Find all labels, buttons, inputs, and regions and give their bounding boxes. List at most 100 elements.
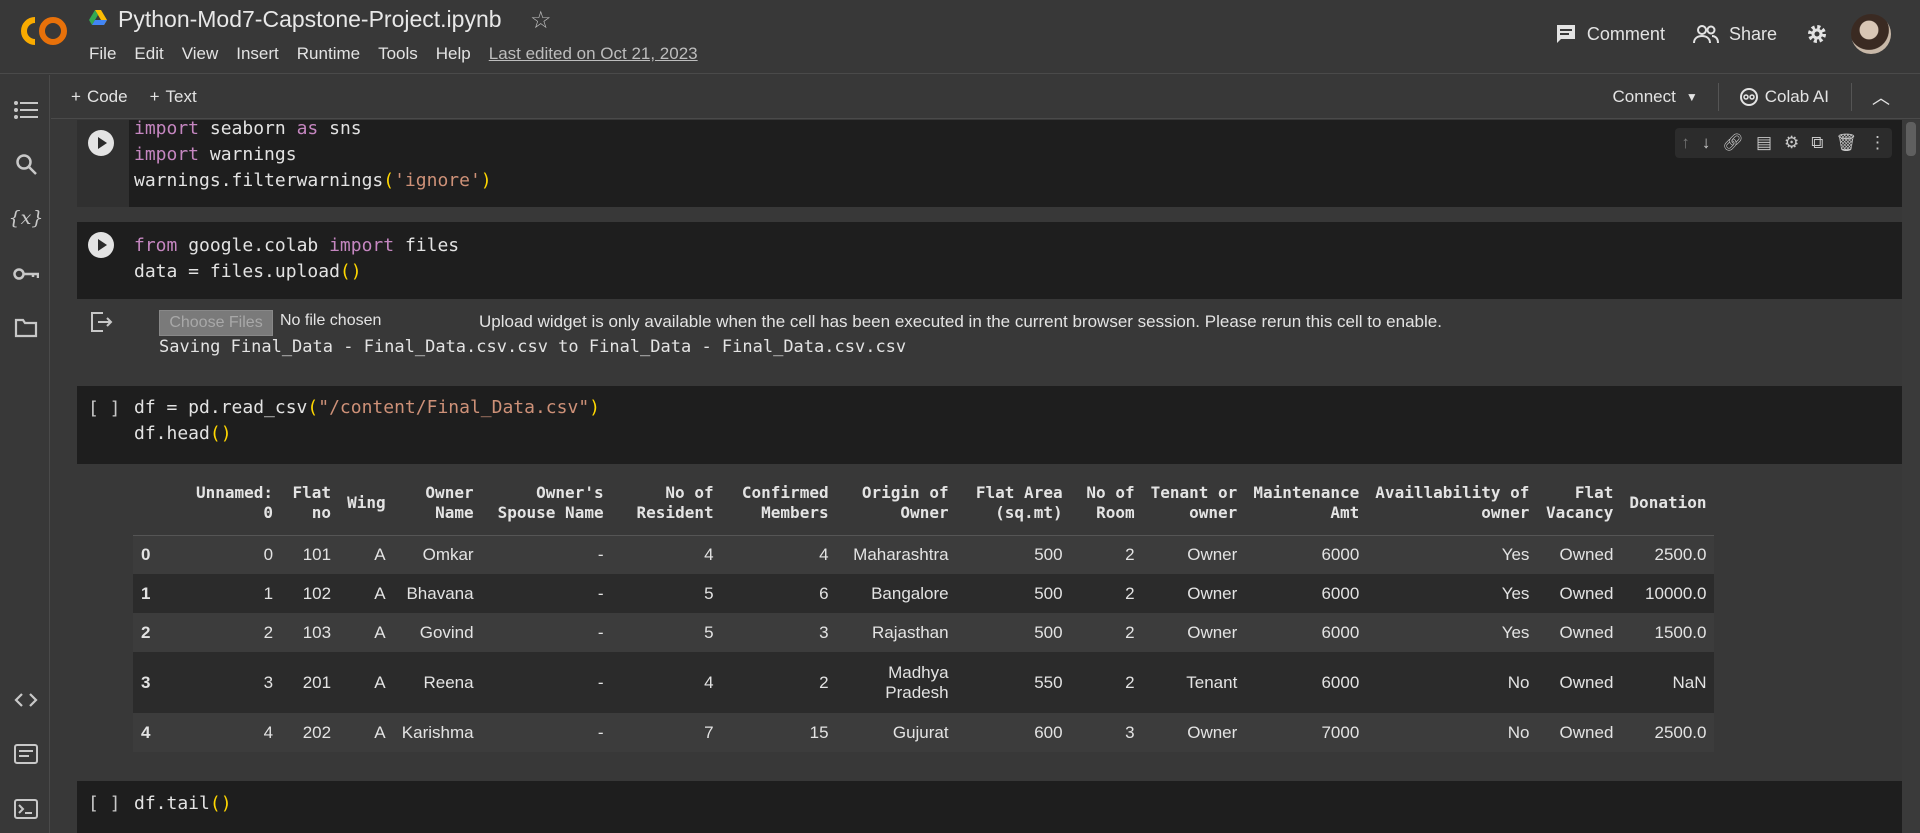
cell-output: Choose Files No file chosen Upload widge… [77,300,1902,380]
cell-code[interactable]: df.tail() [134,791,232,817]
table-cell: 500 [956,535,1071,574]
output-actions-icon[interactable] [89,310,113,334]
add-code-button[interactable]: + Code [71,87,128,107]
scrollbar-track[interactable] [1902,120,1920,833]
table-cell: - [481,713,612,752]
star-icon[interactable]: ☆ [530,6,552,35]
code-line: df.head() [134,421,600,447]
run-cell-button[interactable] [88,232,114,258]
drive-icon[interactable] [89,10,107,26]
move-down-icon[interactable]: ↓ [1702,133,1711,153]
code-snippets-icon[interactable] [13,687,39,713]
menu-help[interactable]: Help [436,44,471,64]
menu-runtime[interactable]: Runtime [297,44,360,64]
table-cell: No [1367,713,1538,752]
column-header: Owner Name [393,472,482,536]
notebook-title[interactable]: Python-Mod7-Capstone-Project.ipynb [118,6,502,33]
share-button[interactable]: Share [1692,24,1777,45]
code-cell[interactable]: import seaborn as sns import warnings warn… [77,120,1902,207]
table-cell: 5 [611,574,722,613]
code-cell[interactable]: [ ] df = pd.read_csv("/content/Final_Dat… [77,386,1902,464]
code-token: sns [318,120,362,139]
header-actions: Comment Share [1555,12,1920,56]
table-cell: Karishma [393,713,482,752]
cell-code[interactable]: df = pd.read_csv("/content/Final_Data.cs… [134,395,600,447]
cell-code[interactable]: import seaborn as sns import warnings warn… [134,120,492,194]
gear-icon[interactable]: ⚙ [1784,133,1799,153]
code-token: warnings.filterwarnings [134,170,384,191]
table-cell: 2500.0 [1621,713,1715,752]
terminal-icon[interactable] [13,796,39,822]
settings-button[interactable] [1805,22,1829,46]
table-cell: 15 [721,713,837,752]
cell-code[interactable]: from google.colab import files data = fil… [134,233,459,285]
code-line: warnings.filterwarnings('ignore') [134,168,492,194]
comment-button[interactable]: Comment [1555,23,1665,45]
add-text-label: Text [165,86,197,106]
menu-insert[interactable]: Insert [236,44,279,64]
table-cell: Owned [1537,713,1622,752]
menu-view[interactable]: View [182,44,219,64]
move-up-icon[interactable]: ↑ [1681,133,1690,153]
code-token: () [339,261,362,282]
last-edited-link[interactable]: Last edited on Oct 21, 2023 [489,44,698,64]
column-header: Wing [339,472,394,536]
scrollbar-thumb[interactable] [1906,122,1916,156]
dataframe-table: Unnamed: 0 Flat no Wing Owner Name Owner's S… [133,472,1715,752]
cell-execution-bracket[interactable]: [ ] [88,793,121,814]
choose-files-button[interactable]: Choose Files [159,310,273,336]
table-of-contents-icon[interactable] [13,97,39,123]
table-cell: 10000.0 [1621,574,1715,613]
table-cell: 500 [956,613,1071,652]
mirror-cell-icon[interactable]: ⧉ [1811,133,1823,153]
connect-button[interactable]: Connect [1613,87,1676,107]
link-icon[interactable]: 🔗︎ [1722,133,1744,153]
more-vert-icon[interactable]: ⋮ [1869,133,1886,153]
search-icon[interactable] [13,151,39,177]
colab-ai-button[interactable]: Colab AI [1739,87,1829,107]
table-cell: A [339,574,394,613]
code-token: import [134,120,200,139]
colab-ai-label: Colab AI [1764,87,1829,106]
cell-execution-bracket[interactable]: [ ] [88,398,121,419]
code-cell[interactable]: from google.colab import files data = fil… [77,222,1902,299]
table-cell: 5 [611,613,722,652]
table-cell: 3 [1070,713,1143,752]
table-cell: 0 [188,535,282,574]
menu-edit[interactable]: Edit [134,44,163,64]
code-cell[interactable]: [ ] df.tail() [77,781,1902,833]
menu-file[interactable]: File [89,44,116,64]
command-palette-icon[interactable] [13,741,39,767]
row-index: 4 [133,713,188,752]
share-people-icon [1692,25,1719,44]
column-header: Donation [1621,472,1715,536]
code-token: from [134,235,178,256]
code-token: import [134,144,200,165]
table-cell: 103 [281,613,340,652]
table-cell: Yes [1367,535,1538,574]
add-text-button[interactable]: + Text [150,87,197,107]
variables-icon[interactable]: {x} [9,205,44,231]
comment-icon[interactable]: ▤ [1756,133,1772,153]
folder-icon[interactable] [13,315,39,341]
table-cell: Owned [1537,535,1622,574]
chevron-down-icon[interactable]: ▼ [1686,90,1698,104]
table-cell: - [481,652,612,713]
key-icon[interactable] [13,261,39,287]
add-code-label: Code [86,86,128,106]
code-token: files [394,235,460,256]
column-header: Owner's Spouse Name [481,472,612,536]
code-token: ( [307,397,319,418]
table-cell: 1 [188,574,282,613]
table-cell: 4 [611,652,722,713]
user-avatar[interactable] [1851,14,1891,54]
menu-tools[interactable]: Tools [378,44,418,64]
table-cell: Tenant [1142,652,1246,713]
run-cell-button[interactable] [88,130,114,156]
code-token: 'ignore' [394,170,481,191]
chevron-up-icon[interactable]: ︿ [1872,84,1890,110]
code-token: () [209,793,232,814]
table-cell: A [339,613,394,652]
delete-icon[interactable]: 🗑︎ [1835,133,1857,153]
colab-logo[interactable] [18,14,70,48]
